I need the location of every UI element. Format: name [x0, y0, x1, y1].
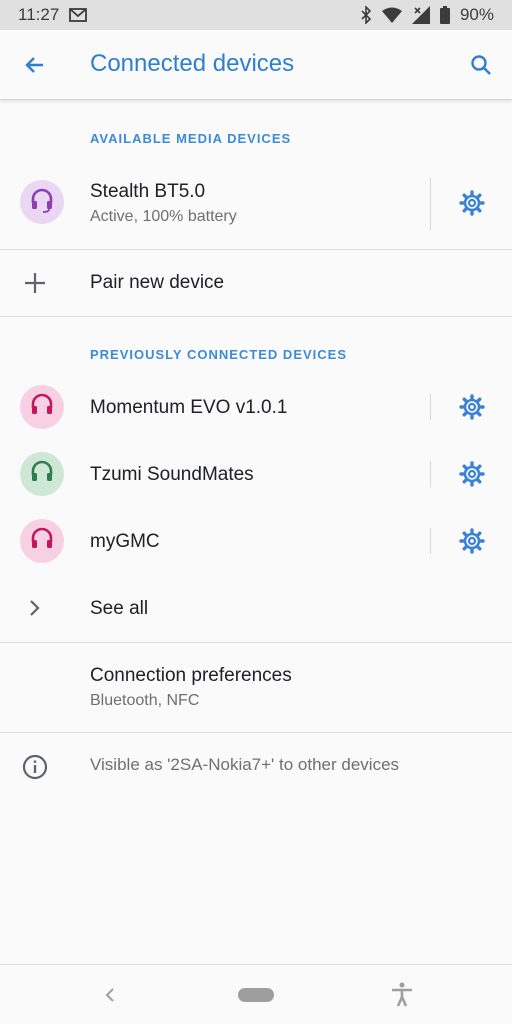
headset-icon	[29, 526, 55, 557]
headset-icon	[29, 459, 55, 490]
home-pill[interactable]	[238, 988, 274, 1002]
vertical-divider	[430, 528, 431, 554]
device-avatar	[20, 452, 64, 496]
gear-icon[interactable]	[456, 391, 488, 423]
battery-percent: 90%	[459, 5, 494, 24]
gear-icon[interactable]	[456, 187, 488, 219]
info-icon	[20, 752, 50, 782]
signal-icon	[411, 6, 430, 24]
device-name: Stealth BT5.0	[90, 181, 206, 202]
device-name: myGMC	[90, 531, 160, 552]
battery-icon	[439, 6, 450, 24]
pair-new-device-label: Pair new device	[90, 272, 225, 293]
status-bar: 11:27 90%	[0, 0, 512, 30]
vertical-divider	[430, 178, 431, 230]
device-row-momentum[interactable]: Momentum EVO v1.0.1	[0, 374, 512, 440]
device-row-mygmc[interactable]: myGMC	[0, 508, 512, 574]
section-header-previous: PREVIOUSLY CONNECTED DEVICES	[90, 347, 347, 362]
device-row-tzumi[interactable]: Tzumi SoundMates	[0, 441, 512, 507]
headset-icon	[29, 392, 55, 423]
back-arrow-icon[interactable]	[20, 50, 50, 80]
connection-preferences-title: Connection preferences	[90, 665, 292, 686]
connection-preferences-subtitle: Bluetooth, NFC	[90, 692, 200, 709]
page-title: Connected devices	[90, 50, 295, 77]
visible-as-text: Visible as '2SA-Nokia7+' to other device…	[90, 755, 400, 774]
see-all-label: See all	[90, 598, 149, 619]
vertical-divider	[430, 394, 431, 420]
device-avatar	[20, 180, 64, 224]
connection-preferences-item[interactable]: Connection preferences Bluetooth, NFC	[0, 643, 512, 731]
vertical-divider	[430, 461, 431, 487]
email-icon	[69, 8, 88, 22]
pair-new-device-button[interactable]: Pair new device	[0, 250, 512, 316]
accessibility-icon[interactable]	[388, 981, 416, 1009]
section-header-available: AVAILABLE MEDIA DEVICES	[90, 131, 292, 146]
chevron-right-icon	[20, 593, 50, 623]
divider	[0, 316, 512, 317]
see-all-button[interactable]: See all	[0, 575, 512, 641]
gear-icon[interactable]	[456, 458, 488, 490]
divider	[0, 732, 512, 733]
headset-icon	[29, 187, 55, 218]
device-status: Active, 100% battery	[90, 208, 237, 225]
device-avatar	[20, 385, 64, 429]
device-row-stealth[interactable]: Stealth BT5.0 Active, 100% battery	[0, 170, 512, 238]
gear-icon[interactable]	[456, 525, 488, 557]
navigation-bar	[0, 964, 512, 1024]
wifi-icon	[381, 7, 402, 23]
bluetooth-icon	[360, 6, 372, 24]
device-avatar	[20, 519, 64, 563]
status-time: 11:27	[18, 5, 60, 24]
search-icon[interactable]	[466, 50, 496, 80]
device-name: Tzumi SoundMates	[90, 464, 254, 485]
device-name: Momentum EVO v1.0.1	[90, 397, 288, 418]
nav-back-icon[interactable]	[98, 983, 122, 1007]
app-bar: Connected devices	[0, 30, 512, 100]
plus-icon	[20, 268, 50, 298]
